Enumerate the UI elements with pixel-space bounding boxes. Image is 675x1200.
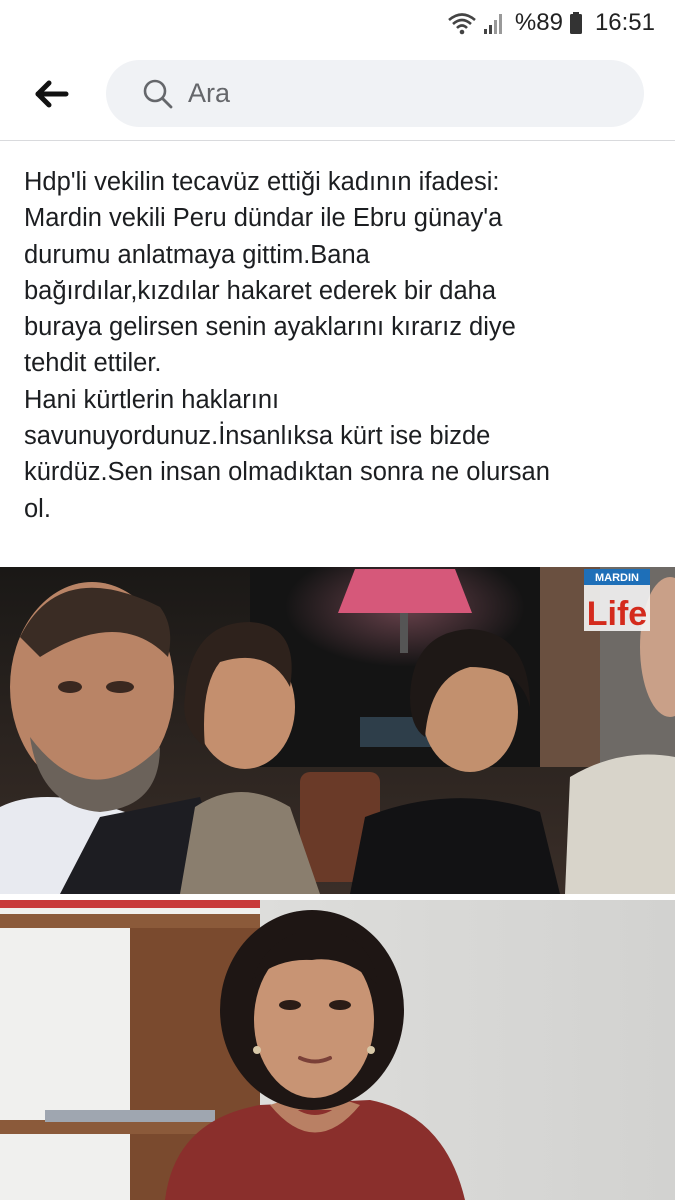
portrait-photo[interactable] — [0, 900, 675, 1200]
post-line: tehdit ettiler. — [24, 349, 162, 378]
post-line: savunuyordunuz.İnsanlıksa kürt ise bizde — [24, 422, 491, 451]
clock: 16:51 — [594, 9, 655, 36]
post-line: ol. — [24, 494, 51, 523]
search-bar[interactable] — [106, 60, 644, 127]
post-text: Hdp'li vekilin tecavüz ettiği kadının if… — [24, 164, 654, 527]
wifi-icon — [447, 11, 477, 35]
tv-logo-watermark: MARDIN Life — [584, 569, 650, 633]
status-bar: %89 16:51 — [0, 0, 675, 46]
post-line: durumu anlatmaya gittim.Bana — [24, 240, 370, 269]
post-line: Hani kürtlerin haklarını — [24, 385, 280, 414]
group-photo[interactable]: MARDIN Life — [0, 567, 675, 894]
battery-percent: %89 — [514, 9, 563, 36]
signal-icon — [483, 11, 505, 35]
post-line: buraya gelirsen senin ayaklarını kırarız… — [24, 313, 516, 342]
svg-text:Life: Life — [587, 595, 647, 633]
post-line: Hdp'li vekilin tecavüz ettiği kadının if… — [24, 168, 500, 196]
post-line: Mardin vekili Peru dündar ile Ebru günay… — [24, 204, 503, 233]
search-header — [0, 46, 675, 141]
back-button[interactable] — [30, 74, 74, 114]
search-input[interactable] — [186, 77, 610, 110]
search-icon — [143, 79, 173, 108]
battery-icon — [569, 11, 583, 35]
arrow-left-icon — [35, 80, 69, 108]
post-line: bağırdılar,kızdılar hakaret ederek bir d… — [24, 276, 497, 305]
post-line: kürdüz.Sen insan olmadıktan sonra ne olu… — [24, 458, 550, 487]
svg-text:MARDIN: MARDIN — [595, 572, 639, 584]
